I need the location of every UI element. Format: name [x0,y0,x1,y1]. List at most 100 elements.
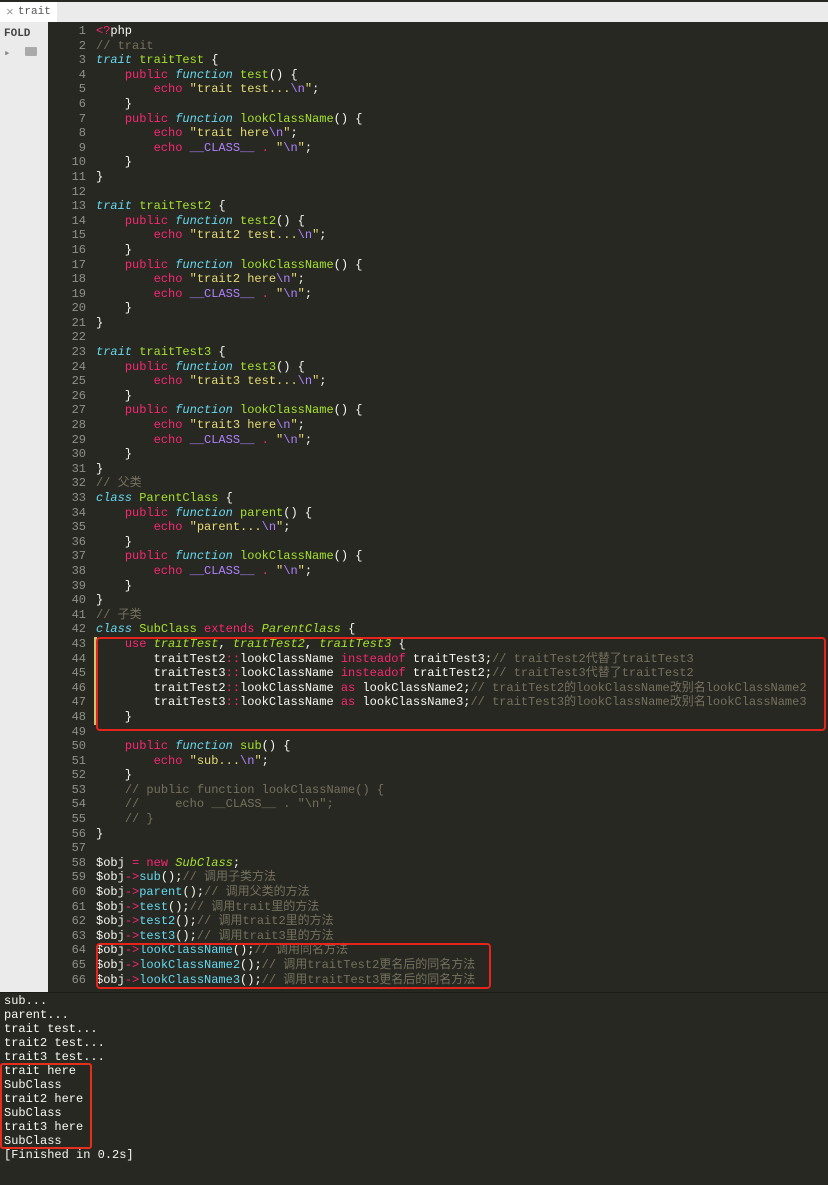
line-number: 3 [48,53,86,68]
code-line[interactable]: } [96,593,828,608]
code-line[interactable]: traitTest2::lookClassName insteadof trai… [96,652,828,667]
line-number: 23 [48,345,86,360]
output-line: SubClass [4,1134,824,1148]
code-line[interactable]: traitTest2::lookClassName as lookClassNa… [96,681,828,696]
code-line[interactable]: // } [96,812,828,827]
code-line[interactable]: // 父类 [96,476,828,491]
file-tab[interactable]: × trait [0,2,57,22]
code-line[interactable]: } [96,535,828,550]
code-line[interactable]: echo __CLASS__ . "\n"; [96,433,828,448]
code-line[interactable] [96,841,828,856]
code-line[interactable]: public function parent() { [96,506,828,521]
modified-marker [94,637,97,725]
line-number: 19 [48,287,86,302]
code-line[interactable]: } [96,155,828,170]
output-line: parent... [4,1008,824,1022]
line-number: 9 [48,141,86,156]
tab-label: trait [18,6,51,18]
code-line[interactable] [96,185,828,200]
code-line[interactable]: echo "trait3 here\n"; [96,418,828,433]
line-number: 27 [48,403,86,418]
code-line[interactable]: } [96,316,828,331]
tree-caret-icon[interactable]: ▸ [4,48,11,60]
output-line: sub... [4,994,824,1008]
close-icon[interactable]: × [6,6,14,19]
code-line[interactable]: } [96,579,828,594]
sidebar-tree[interactable]: ▸ [2,42,46,64]
line-number: 11 [48,170,86,185]
code-line[interactable]: traitTest3::lookClassName as lookClassNa… [96,695,828,710]
code-line[interactable]: // public function lookClassName() { [96,783,828,798]
code-line[interactable]: $obj->test2();// 调用trait2里的方法 [96,914,828,929]
output-panel[interactable]: sub...parent...trait test...trait2 test.… [0,992,828,1185]
code-line[interactable]: echo "trait test...\n"; [96,82,828,97]
line-number: 38 [48,564,86,579]
code-line[interactable]: traitTest3::lookClassName insteadof trai… [96,666,828,681]
code-line[interactable]: <?php [96,24,828,39]
code-line[interactable]: } [96,447,828,462]
code-line[interactable]: class ParentClass { [96,491,828,506]
code-line[interactable]: $obj->parent();// 调用父类的方法 [96,885,828,900]
code-line[interactable]: } [96,827,828,842]
code-line[interactable]: public function sub() { [96,739,828,754]
code-line[interactable]: echo "parent...\n"; [96,520,828,535]
code-line[interactable]: $obj->lookClassName();// 调用同名方法 [96,943,828,958]
code-line[interactable]: echo __CLASS__ . "\n"; [96,564,828,579]
code-line[interactable]: // trait [96,39,828,54]
code-editor[interactable]: 1234567891011121314151617181920212223242… [48,22,828,992]
line-number: 66 [48,973,86,988]
code-line[interactable]: public function test3() { [96,360,828,375]
code-line[interactable]: echo "trait3 test...\n"; [96,374,828,389]
code-line[interactable]: $obj->lookClassName3();// 调用traitTest3更名… [96,973,828,988]
code-line[interactable]: } [96,710,828,725]
line-number: 64 [48,943,86,958]
code-line[interactable]: } [96,170,828,185]
line-number: 49 [48,725,86,740]
code-line[interactable]: } [96,97,828,112]
sidebar[interactable]: FOLD ▸ [0,22,48,992]
line-number: 17 [48,258,86,273]
code-line[interactable]: public function lookClassName() { [96,112,828,127]
code-line[interactable]: class SubClass extends ParentClass { [96,622,828,637]
code-line[interactable]: trait traitTest { [96,53,828,68]
code-line[interactable]: } [96,462,828,477]
code-line[interactable]: use traitTest, traitTest2, traitTest3 { [96,637,828,652]
line-number: 59 [48,870,86,885]
code-line[interactable]: // echo __CLASS__ . "\n"; [96,797,828,812]
line-number: 61 [48,900,86,915]
code-line[interactable]: trait traitTest2 { [96,199,828,214]
code-line[interactable]: echo __CLASS__ . "\n"; [96,141,828,156]
line-number: 35 [48,520,86,535]
code-line[interactable]: public function lookClassName() { [96,403,828,418]
code-line[interactable]: } [96,243,828,258]
code-area[interactable]: <?php// traittrait traitTest { public fu… [96,22,828,992]
code-line[interactable]: } [96,301,828,316]
code-line[interactable]: public function test() { [96,68,828,83]
code-line[interactable] [96,725,828,740]
code-line[interactable]: trait traitTest3 { [96,345,828,360]
code-line[interactable]: $obj->lookClassName2();// 调用traitTest2更名… [96,958,828,973]
line-number: 63 [48,929,86,944]
code-line[interactable]: echo "sub...\n"; [96,754,828,769]
code-line[interactable] [96,330,828,345]
code-line[interactable]: echo "trait2 here\n"; [96,272,828,287]
line-number: 60 [48,885,86,900]
output-line: SubClass [4,1106,824,1120]
code-line[interactable]: // 子类 [96,608,828,623]
line-number: 56 [48,827,86,842]
code-line[interactable]: public function lookClassName() { [96,549,828,564]
code-line[interactable]: $obj = new SubClass; [96,856,828,871]
line-number: 14 [48,214,86,229]
code-line[interactable]: echo "trait2 test...\n"; [96,228,828,243]
code-line[interactable]: $obj->test3();// 调用trait3里的方法 [96,929,828,944]
code-line[interactable]: public function lookClassName() { [96,258,828,273]
code-line[interactable]: } [96,768,828,783]
code-line[interactable]: echo __CLASS__ . "\n"; [96,287,828,302]
line-number: 12 [48,185,86,200]
folder-icon[interactable] [25,47,37,56]
code-line[interactable]: public function test2() { [96,214,828,229]
code-line[interactable]: $obj->sub();// 调用子类方法 [96,870,828,885]
code-line[interactable]: } [96,389,828,404]
code-line[interactable]: $obj->test();// 调用trait里的方法 [96,900,828,915]
code-line[interactable]: echo "trait here\n"; [96,126,828,141]
